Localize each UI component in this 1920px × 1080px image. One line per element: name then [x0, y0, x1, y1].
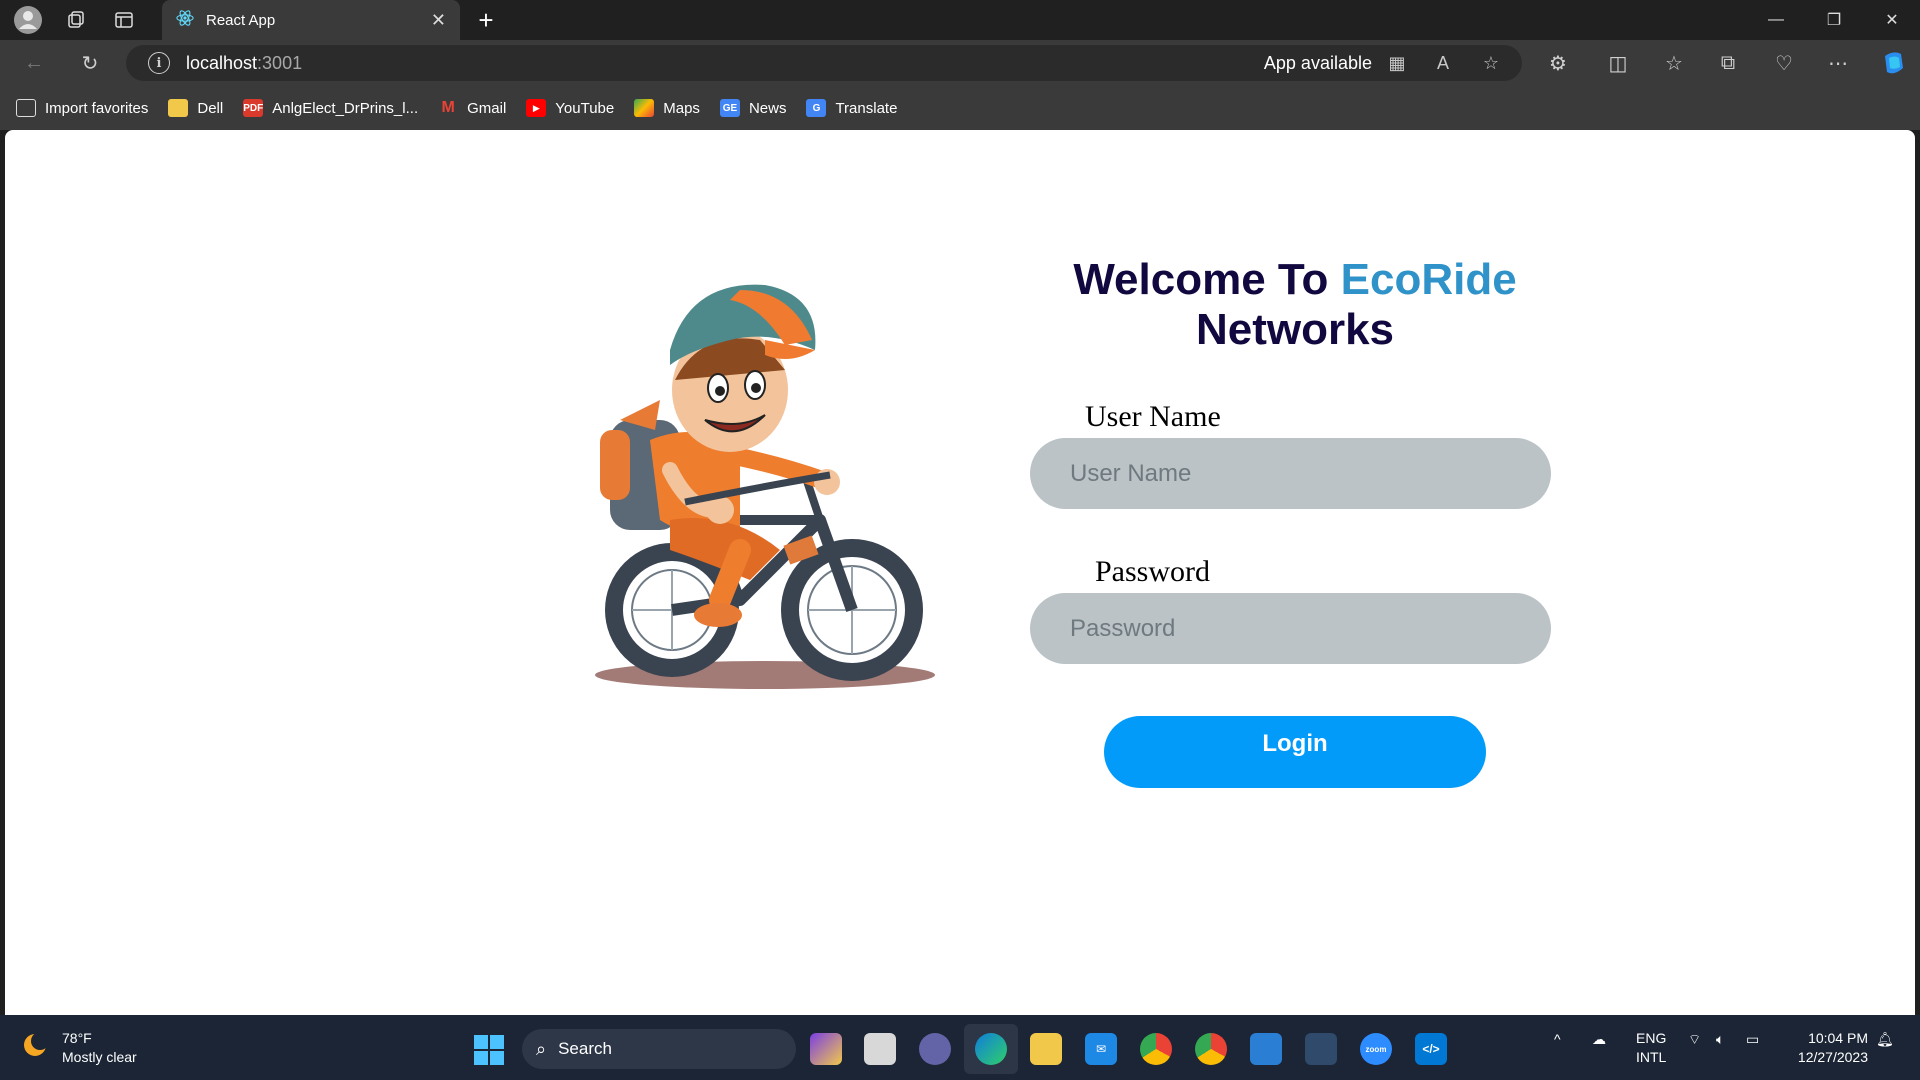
edge-icon[interactable]	[975, 1033, 1007, 1065]
bookmark-anlgelect[interactable]: PDF AnlgElect_DrPrins_l...	[243, 99, 418, 117]
app-install-icon[interactable]: ▦	[1384, 51, 1410, 75]
password-input[interactable]	[1030, 593, 1551, 664]
volume-icon[interactable]: 🔈︎	[1716, 1031, 1724, 1048]
vertical-tabs-icon[interactable]	[104, 0, 144, 40]
bookmark-dell[interactable]: Dell	[168, 99, 223, 117]
split-screen-icon[interactable]: ◫	[1600, 47, 1636, 79]
start-button[interactable]	[474, 1035, 504, 1065]
browser-essentials-icon[interactable]: ♡	[1766, 47, 1802, 79]
language-indicator[interactable]: ENG INTL	[1636, 1029, 1666, 1067]
bookmark-gmail[interactable]: M Gmail	[438, 99, 506, 117]
pdf-icon: PDF	[243, 99, 264, 117]
read-aloud-icon[interactable]: A	[1430, 51, 1456, 75]
vscode-icon[interactable]: </>	[1415, 1033, 1447, 1065]
moon-cloud-icon	[22, 1031, 50, 1065]
username-input[interactable]	[1030, 438, 1551, 509]
favorites-icon[interactable]: ☆	[1656, 47, 1692, 79]
taskbar-search[interactable]: ⌕ Search	[522, 1029, 796, 1069]
bookmark-youtube[interactable]: ▶ YouTube	[526, 99, 614, 117]
onedrive-error-icon[interactable]: ☁	[1592, 1031, 1606, 1048]
youtube-icon: ▶	[526, 99, 547, 117]
zoom-icon[interactable]: zoom	[1360, 1033, 1392, 1065]
weather-temp: 78°F	[62, 1030, 92, 1046]
file-explorer-icon[interactable]	[1030, 1033, 1062, 1065]
favorite-star-icon[interactable]: ☆	[1478, 51, 1504, 75]
profile-icon[interactable]	[8, 0, 48, 40]
welcome-heading: Welcome To EcoRide Networks	[1005, 255, 1585, 355]
boy-on-bicycle-illustration	[595, 284, 935, 689]
chrome-dev-icon[interactable]	[1195, 1033, 1227, 1065]
bookmark-translate[interactable]: G Translate	[806, 99, 897, 117]
minimize-button[interactable]: —	[1748, 0, 1804, 40]
teams-chat-icon[interactable]	[919, 1033, 951, 1065]
news-icon: GE	[719, 99, 740, 117]
navigation-bar: ← ↻ i localhost:3001 App available ▦ A ☆…	[0, 40, 1920, 86]
bookmarks-bar: Import favorites Dell PDF AnlgElect_DrPr…	[0, 86, 1920, 130]
browser-titlebar: React App ✕ + — ❐ ✕	[0, 0, 1920, 40]
url-text[interactable]: localhost:3001	[186, 53, 302, 74]
tab-react-app[interactable]: React App ✕	[162, 0, 460, 40]
bookmark-import-favorites[interactable]: Import favorites	[16, 99, 148, 117]
snipping-tool-icon[interactable]	[1305, 1033, 1337, 1065]
back-button[interactable]: ←	[16, 47, 52, 79]
task-view-icon[interactable]	[864, 1033, 896, 1065]
more-options-icon[interactable]: ⋯	[1820, 47, 1856, 79]
battery-icon[interactable]: ▭	[1746, 1031, 1759, 1048]
translate-icon: G	[806, 99, 827, 117]
bookmark-maps[interactable]: Maps	[634, 99, 700, 117]
close-tab-icon[interactable]: ✕	[431, 10, 446, 31]
taskbar: 78°F Mostly clear ⌕ Search ✉ zoom </> ^ …	[0, 1015, 1920, 1080]
collections-icon[interactable]: ⧉	[1710, 47, 1746, 79]
notifications-icon[interactable]: 🔔︎	[1876, 1031, 1894, 1048]
password-label: Password	[1095, 555, 1211, 588]
system-clock[interactable]: 10:04 PM 12/27/2023	[1798, 1029, 1868, 1067]
copilot-icon[interactable]	[1876, 47, 1912, 79]
restore-button[interactable]: ❐	[1806, 0, 1862, 40]
wifi-icon[interactable]: ⌔	[1688, 1031, 1701, 1049]
copilot-app-icon[interactable]	[810, 1033, 842, 1065]
site-info-icon[interactable]: i	[148, 52, 170, 74]
login-button[interactable]: Login	[1104, 716, 1486, 788]
bookmark-news[interactable]: GE News	[719, 99, 786, 117]
react-icon	[176, 9, 194, 31]
import-icon	[16, 99, 36, 117]
username-label: User Name	[1085, 400, 1221, 433]
address-bar[interactable]: i localhost:3001 App available ▦ A ☆	[126, 45, 1522, 81]
weather-desc: Mostly clear	[62, 1049, 137, 1065]
tab-title: React App	[206, 11, 276, 29]
new-tab-button[interactable]: +	[470, 4, 502, 36]
weather-widget[interactable]: 78°F Mostly clear	[22, 1029, 137, 1067]
close-window-button[interactable]: ✕	[1864, 0, 1920, 40]
welcome-prefix: Welcome To	[1073, 255, 1341, 304]
chrome-icon[interactable]	[1140, 1033, 1172, 1065]
maps-icon	[634, 99, 655, 117]
show-hidden-icons[interactable]: ^	[1554, 1031, 1561, 1047]
app-available-label[interactable]: App available	[1264, 53, 1372, 74]
photos-icon[interactable]	[1250, 1033, 1282, 1065]
welcome-suffix: Networks	[1195, 305, 1395, 354]
folder-icon	[168, 99, 189, 117]
mail-icon[interactable]: ✉	[1085, 1033, 1117, 1065]
page-viewport: Welcome To EcoRide Networks User Name Pa…	[5, 130, 1915, 1015]
extensions-icon[interactable]: ⚙	[1540, 47, 1576, 79]
workspaces-icon[interactable]	[56, 0, 96, 40]
refresh-button[interactable]: ↻	[72, 47, 108, 79]
search-icon: ⌕	[536, 1038, 547, 1059]
gmail-icon: M	[441, 99, 455, 116]
brand-name: EcoRide	[1340, 255, 1517, 304]
